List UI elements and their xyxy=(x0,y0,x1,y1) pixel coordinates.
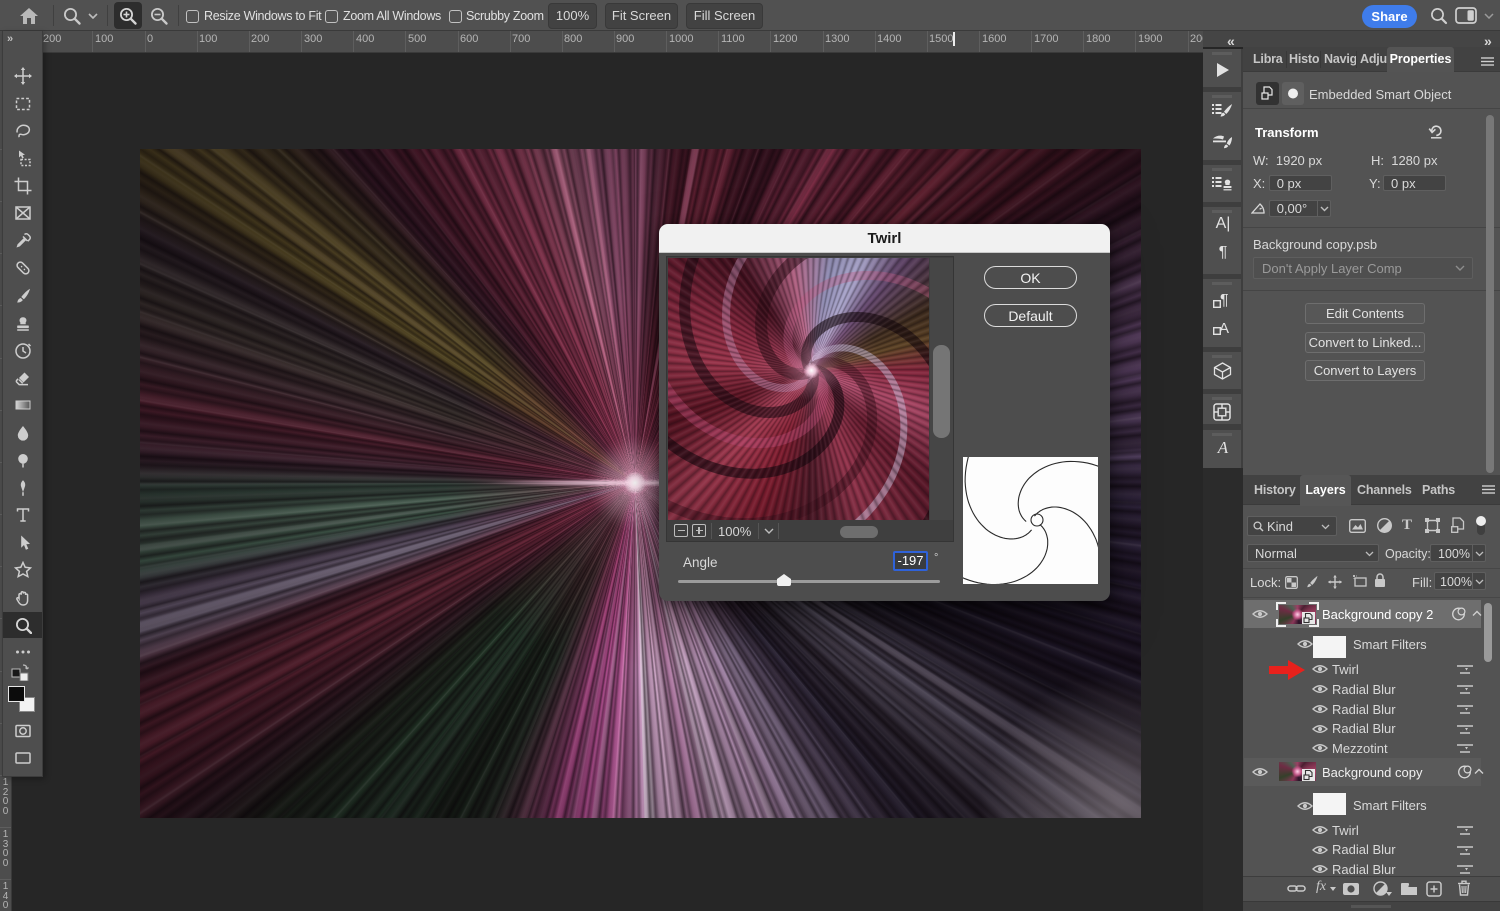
svg-text:¶: ¶ xyxy=(1220,292,1229,309)
